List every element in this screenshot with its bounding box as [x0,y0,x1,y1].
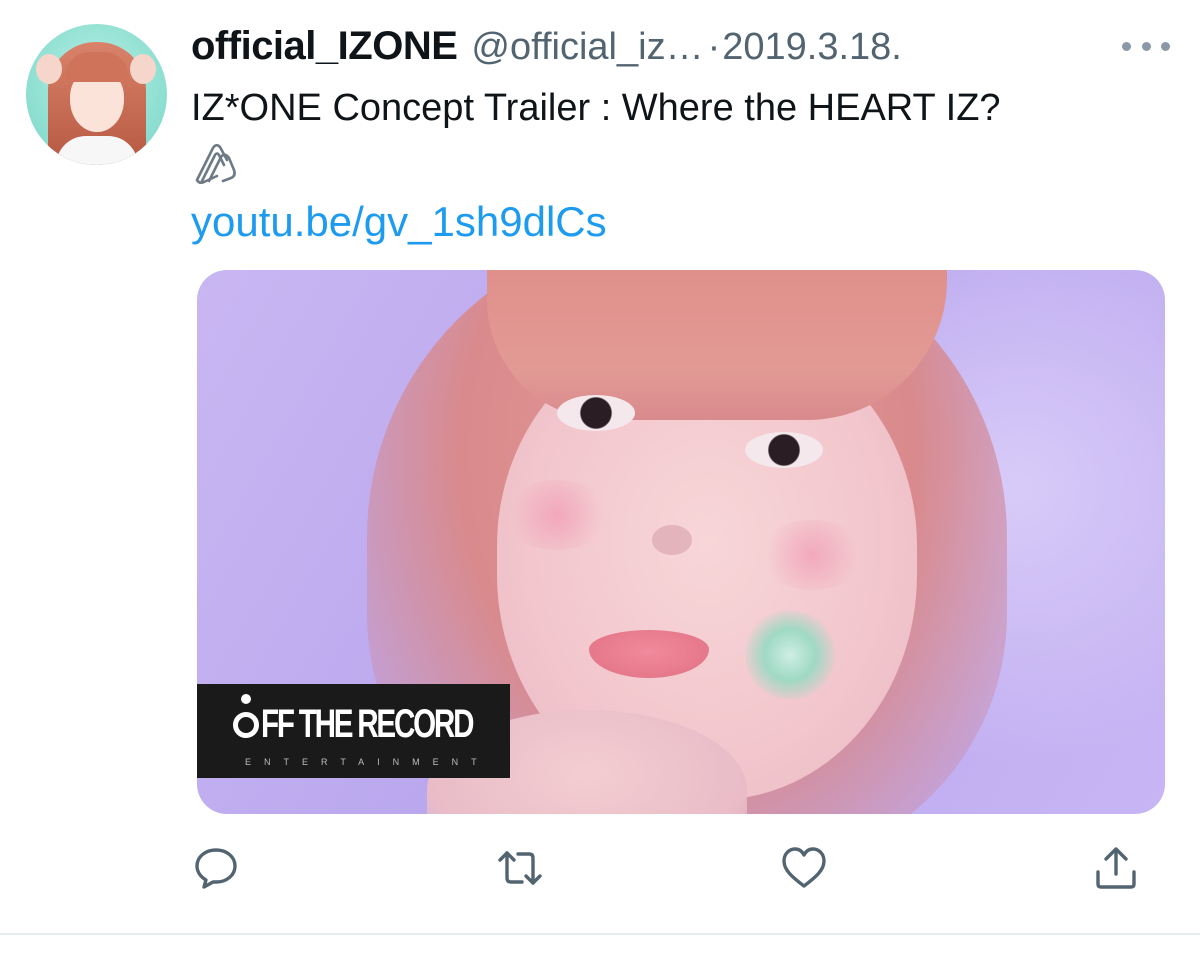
tweet-date[interactable]: 2019.3.18. [722,26,902,69]
reply-bubble-icon [195,848,237,889]
avatar-hand-left [36,54,62,84]
like-button[interactable] [774,838,834,898]
thumbnail-nose [652,525,692,555]
thumbnail-blush-left [502,480,612,550]
thumbnail-eye-left [557,395,635,431]
tweet: official_IZONE @official_iz… · 2019.3.18… [0,0,1200,934]
thumbnail-bangs [487,270,947,420]
heart-icon [782,847,826,888]
share-button[interactable] [1086,838,1146,898]
tweet-link[interactable]: youtu.be/gv_1sh9dlCs [191,198,607,246]
avatar-bangs [66,52,128,82]
tweet-divider [0,933,1200,935]
thumbnail-earring [745,610,835,700]
video-thumbnail[interactable]: FF THE RECORD ENTERTAINMENT [197,270,1165,814]
share-upload-icon [1096,847,1136,889]
tweet-text: IZ*ONE Concept Trailer : Where the HEART… [191,87,1001,129]
display-name[interactable]: official_IZONE [191,24,458,69]
header-separator: · [707,26,721,68]
more-dot [1141,41,1151,51]
thumbnail-eye-right [745,432,823,468]
more-dot [1161,41,1170,51]
logo-o-ring [233,712,259,738]
retweet-icon [498,851,542,885]
retweet-button[interactable] [490,838,550,898]
logo-sub-text: ENTERTAINMENT [245,757,490,767]
off-the-record-logo: FF THE RECORD ENTERTAINMENT [197,684,510,778]
paperclip-icon [189,138,239,188]
logo-o-dot [241,694,251,704]
tweet-header: official_IZONE @official_iz… · 2019.3.18… [191,24,902,72]
logo-main-text: FF THE RECORD [261,702,474,746]
reply-button[interactable] [186,838,246,898]
thumbnail-blush-right [757,520,867,590]
tweet-actions [0,838,1200,898]
avatar-hand-right [130,54,156,84]
more-dot [1122,41,1131,51]
avatar[interactable] [26,24,167,165]
more-dots-icon[interactable] [1122,34,1170,58]
user-handle[interactable]: @official_iz… [471,26,703,69]
